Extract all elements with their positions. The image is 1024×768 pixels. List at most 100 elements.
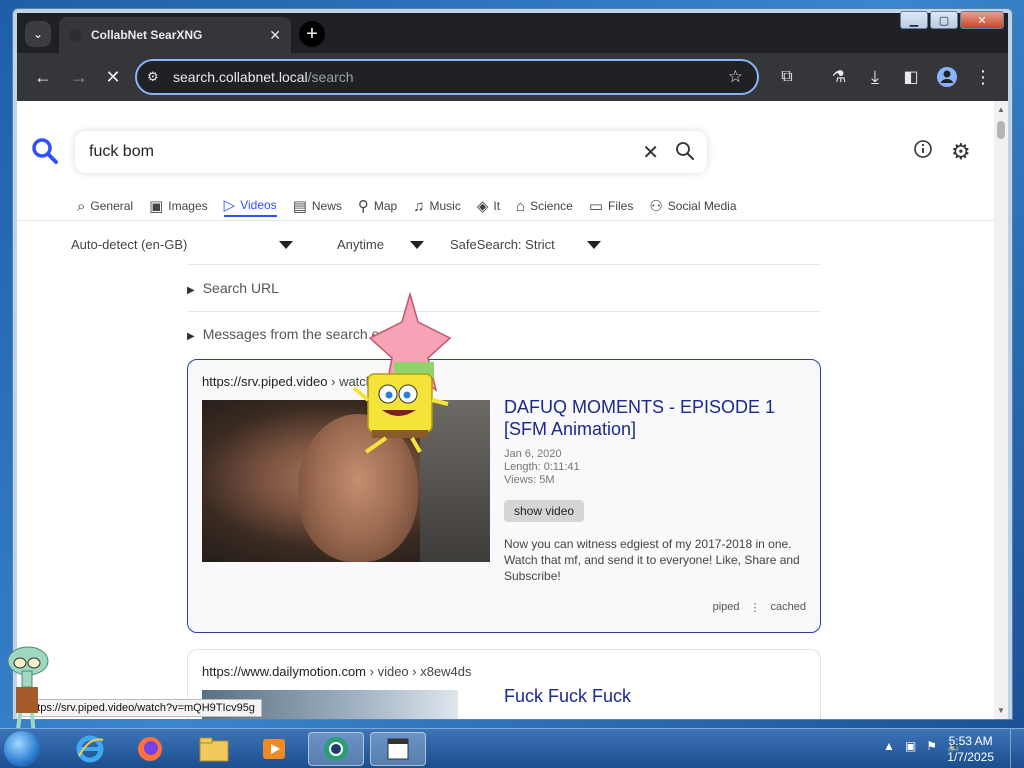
page-scrollbar[interactable]: ▲ ▼ [994, 101, 1008, 719]
menu-kebab-icon[interactable]: ⋮ [971, 65, 995, 89]
newspaper-icon: ▤ [292, 198, 307, 215]
result-url-path: › video › x8ew4ds [369, 664, 472, 679]
more-options-icon[interactable]: ⋮ [750, 601, 761, 614]
minimize-button[interactable]: ▁ [900, 11, 928, 29]
engine-messages-toggle[interactable]: ▶ Messages from the search engines [187, 326, 821, 342]
safesearch-value: SafeSearch: Strict [450, 237, 555, 252]
side-panel-icon[interactable]: ◧ [899, 65, 923, 89]
image-icon: ▣ [149, 198, 164, 215]
layers-icon: ◈ [476, 198, 489, 215]
searxng-logo-icon[interactable] [31, 137, 59, 165]
stop-loading-icon[interactable]: ✕ [101, 65, 125, 89]
start-button[interactable] [4, 731, 40, 767]
new-tab-button[interactable]: + [299, 21, 325, 47]
result-views: Views: 5M [504, 474, 555, 486]
tab-close-icon[interactable]: ✕ [269, 27, 281, 44]
action-center-flag-icon[interactable]: ⚑ [926, 739, 937, 753]
show-desktop-button[interactable] [1010, 729, 1024, 768]
divider [187, 311, 821, 312]
time-range-value: Anytime [337, 237, 384, 252]
search-url-toggle[interactable]: ▶ Search URL [187, 280, 821, 296]
bookmark-star-icon[interactable]: ☆ [728, 67, 743, 87]
browser-tab[interactable]: CollabNet SearXNG ✕ [59, 17, 291, 53]
tab-search-button[interactable]: ⌄ [25, 21, 51, 47]
download-icon[interactable]: ⤓ [863, 65, 887, 89]
chevron-down-icon [279, 240, 294, 249]
result-url-host: https://srv.piped.video [202, 374, 328, 389]
tab-favicon-icon [69, 29, 81, 41]
tab-general[interactable]: ⌕ General [77, 195, 133, 217]
divider [187, 264, 821, 265]
network-icon[interactable]: ▣ [905, 739, 916, 753]
tab-music[interactable]: ♫ Music [413, 195, 461, 217]
settings-gear-icon[interactable]: ⚙ [951, 139, 971, 165]
close-window-button[interactable]: ✕ [960, 11, 1004, 29]
browser-window: ⌄ CollabNet SearXNG ✕ + ← → ✕ ⚙ search.c… [12, 8, 1013, 720]
forward-icon[interactable]: → [67, 65, 91, 89]
tab-label: News [311, 199, 342, 213]
tab-label: General [90, 199, 134, 213]
cached-link[interactable]: cached [771, 601, 806, 614]
map-pin-icon: ⚲ [357, 198, 369, 215]
file-explorer-taskbar-icon[interactable] [186, 732, 242, 766]
info-icon[interactable] [913, 139, 933, 159]
tab-label: Science [530, 199, 573, 213]
category-divider [17, 220, 994, 221]
safesearch-select[interactable]: SafeSearch: Strict [450, 237, 601, 252]
tab-label: Files [608, 199, 634, 213]
firefox-taskbar-icon[interactable] [122, 732, 178, 766]
show-video-button[interactable]: show video [504, 500, 585, 522]
media-player-taskbar-icon[interactable] [246, 732, 302, 766]
browser-chrome: ⌄ CollabNet SearXNG ✕ + ← → ✕ ⚙ search.c… [17, 13, 1008, 719]
result-url-host: https://www.dailymotion.com [202, 664, 367, 679]
result-title-link[interactable]: Fuck Fuck Fuck [504, 686, 631, 707]
toolbar: ← → ✕ ⚙ search.collabnet.local/search ☆ … [17, 53, 1008, 101]
url-host: search.collabnet.local [173, 69, 308, 85]
play-icon: ▷ [223, 197, 236, 214]
window-controls: ▁ ▢ ✕ [900, 11, 1004, 29]
back-icon[interactable]: ← [31, 65, 55, 89]
maximize-button[interactable]: ▢ [930, 11, 958, 29]
result-date: Jan 6, 2020 [504, 448, 562, 460]
scrollbar-thumb[interactable] [997, 121, 1005, 139]
tab-news[interactable]: ▤ News [293, 195, 342, 217]
tab-label: Social Media [667, 199, 737, 213]
tab-files[interactable]: ▭ Files [589, 195, 634, 217]
result-length: Length: 0:11:41 [504, 461, 580, 473]
scroll-up-icon[interactable]: ▲ [997, 105, 1005, 114]
site-info-icon[interactable]: ⚙ [147, 69, 159, 85]
result-title-link[interactable]: DAFUQ MOMENTS - EPISODE 1 [SFM Animation… [504, 396, 804, 440]
school-icon: ⌂ [516, 197, 526, 215]
tab-science[interactable]: ⌂ Science [516, 195, 573, 217]
tab-images[interactable]: ▣ Images [149, 195, 208, 217]
address-bar[interactable]: ⚙ search.collabnet.local/search ☆ [135, 59, 759, 95]
internet-explorer-taskbar-icon[interactable] [62, 732, 118, 766]
tab-it[interactable]: ◈ It [477, 195, 500, 217]
tab-videos[interactable]: ▷ Videos [223, 195, 277, 217]
tab-map[interactable]: ⚲ Map [358, 195, 397, 217]
search-input[interactable]: fuck bom ✕ [75, 131, 707, 173]
patrick-spongebob-mascot[interactable] [346, 292, 456, 458]
result-url[interactable]: https://www.dailymotion.com › video › x8… [202, 664, 472, 679]
tab-label: Music [429, 199, 461, 213]
search-submit-icon[interactable] [675, 141, 695, 161]
scroll-down-icon[interactable]: ▼ [997, 706, 1005, 715]
tray-expand-icon[interactable]: ▲ [883, 739, 895, 753]
chevron-down-icon [409, 240, 424, 249]
search-query: fuck bom [89, 143, 154, 160]
extensions-icon[interactable]: ⧉ [775, 65, 799, 89]
system-clock[interactable]: 5:53 AM 1/7/2025 [947, 733, 994, 765]
expand-triangle-icon: ▶ [187, 331, 195, 342]
profile-avatar-icon[interactable] [935, 65, 959, 89]
chrome-taskbar-icon[interactable] [308, 732, 364, 766]
clear-search-icon[interactable]: ✕ [642, 140, 659, 165]
result-meta: Jan 6, 2020 Length: 0:11:41 Views: 5M [504, 448, 580, 487]
people-icon: ⚇ [649, 198, 663, 215]
language-select[interactable]: Auto-detect (en-GB) [71, 237, 294, 252]
tab-social-media[interactable]: ⚇ Social Media [649, 195, 736, 217]
window-taskbar-icon[interactable] [370, 732, 426, 766]
time-range-select[interactable]: Anytime [337, 237, 424, 252]
labs-icon[interactable]: ⚗ [827, 65, 851, 89]
tab-bar: ⌄ CollabNet SearXNG ✕ + [17, 13, 1008, 53]
engine-badge[interactable]: piped [713, 601, 740, 614]
